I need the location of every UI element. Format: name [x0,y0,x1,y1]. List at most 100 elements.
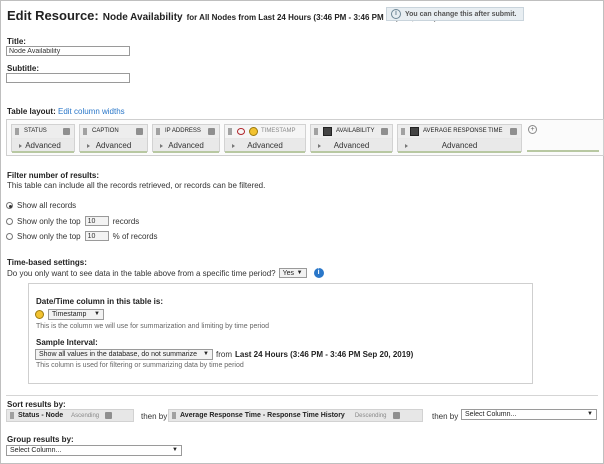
filter-option-top[interactable]: Show only the top records [6,216,139,226]
edit-column-widths-link[interactable]: Edit column widths [58,107,125,116]
trash-icon[interactable] [208,128,215,135]
trash-icon[interactable] [105,412,113,419]
sample-interval-label: Sample Interval: [36,338,98,347]
column-availability[interactable]: AVAILABILITY Advanced [310,124,393,153]
column-average-response-time-name: AVERAGE RESPONSE TIME [423,128,503,134]
expand-arrow-icon [405,144,408,148]
group-column-select[interactable]: Select Column... ▼ [6,445,182,456]
eye-icon[interactable] [237,128,245,135]
drag-handle-icon[interactable] [156,128,160,135]
time-heading: Time-based settings: [7,258,87,267]
column-average-response-time-header: AVERAGE RESPONSE TIME [398,125,521,138]
datetime-column-help: This is the column we will use for summa… [36,323,270,330]
column-average-response-time-advanced[interactable]: Advanced [398,139,521,153]
column-timestamp[interactable]: TIMESTAMP Advanced [224,124,306,153]
sort-chip-2[interactable]: Average Response Time - Response Time Hi… [168,409,423,422]
drag-handle-icon[interactable] [314,128,318,135]
trash-icon[interactable] [381,128,388,135]
drag-handle-icon[interactable] [228,128,232,135]
expand-arrow-icon [160,144,163,148]
column-average-response-time[interactable]: AVERAGE RESPONSE TIME Advanced [397,124,522,153]
interval-from: from [216,350,232,359]
sort-divider [6,395,598,396]
time-question-row: Do you only want to see data in the tabl… [7,268,324,278]
drag-handle-icon[interactable] [10,412,14,419]
time-period-select[interactable]: Yes ▼ [278,268,307,278]
sample-interval-select[interactable]: Show all values in the database, do not … [35,349,213,360]
sort-order-1[interactable]: Ascending [71,413,99,419]
sort-chip-1[interactable]: Status - Node Ascending [6,409,134,422]
sort-column-select[interactable]: Select Column... ▼ [461,409,597,420]
info-icon[interactable]: i [313,268,324,278]
column-availability-name: AVAILABILITY [336,128,375,134]
column-timestamp-advanced[interactable]: Advanced [225,139,305,153]
edit-resource-label: Edit Resource: [7,8,99,23]
dropdown-arrow-icon: ▼ [172,447,178,453]
expand-arrow-icon [19,144,22,148]
drag-handle-icon[interactable] [172,412,176,419]
add-column-icon[interactable]: + [528,125,537,134]
drag-handle-icon[interactable] [15,128,19,135]
radio-top-percent[interactable] [6,232,13,240]
expand-arrow-icon [232,144,235,148]
dropdown-arrow-icon: ▼ [203,351,209,357]
datetime-column-select[interactable]: Timestamp ▼ [48,309,104,320]
sample-interval-row: Show all values in the database, do not … [35,349,413,360]
sample-interval-help: This column is used for filtering or sum… [36,362,244,369]
info-text: You can change this after submit. [405,10,517,18]
time-settings-panel: Date/Time column in this table is: Times… [28,283,533,384]
change-after-submit-note: i You can change this after submit. [386,7,524,21]
table-layout-box: STATUS Advanced CAPTION Advanced IP ADDR… [6,119,604,156]
trash-icon[interactable] [392,412,400,419]
sort-order-2[interactable]: Descending [355,413,387,419]
clock-icon [249,127,258,136]
drag-handle-icon[interactable] [401,128,405,135]
radio-top-records[interactable] [6,217,13,225]
then-by-label-1: then by [141,412,168,421]
column-timestamp-name: TIMESTAMP [261,128,296,134]
dropdown-arrow-icon: ▼ [296,269,303,276]
column-status[interactable]: STATUS Advanced [11,124,75,153]
group-label: Group results by: [7,435,74,444]
column-ip-address-name: IP ADDRESS [165,128,201,134]
title-input[interactable] [6,46,130,56]
drag-handle-icon[interactable] [83,128,87,135]
top-records-input[interactable] [84,216,109,226]
table-layout-label: Table layout: [7,107,56,116]
column-availability-header: AVAILABILITY [311,125,392,138]
filter-heading: Filter number of results: [7,171,100,180]
subtitle-label: Subtitle: [7,64,39,73]
trash-icon[interactable] [63,128,70,135]
filter-description: This table can include all the records r… [7,181,266,190]
dropdown-arrow-icon: ▼ [587,411,593,417]
table-column-icon [323,127,332,136]
expand-arrow-icon [318,144,321,148]
sort-field-2: Average Response Time - Response Time Hi… [180,412,345,419]
sort-label: Sort results by: [7,400,66,409]
column-availability-advanced[interactable]: Advanced [311,139,392,153]
top-percent-input[interactable] [84,231,109,241]
column-status-advanced[interactable]: Advanced [12,139,74,153]
sort-field-1: Status - Node [18,412,64,419]
column-caption-advanced[interactable]: Advanced [80,139,147,153]
info-icon: i [391,9,401,19]
filter-option-percent[interactable]: Show only the top % of records [6,231,158,241]
radio-all-records[interactable] [6,202,13,209]
column-ip-address[interactable]: IP ADDRESS Advanced [152,124,220,153]
table-column-icon [410,127,419,136]
dropdown-arrow-icon: ▼ [94,311,100,317]
datetime-column-label: Date/Time column in this table is: [36,297,163,306]
then-by-label-2: then by [432,412,459,421]
column-ip-address-advanced[interactable]: Advanced [153,139,219,153]
resource-name: Node Availability [102,12,183,23]
subtitle-input[interactable] [6,73,130,83]
title-label: Title: [7,37,26,46]
trash-icon[interactable] [510,128,517,135]
filter-option-all[interactable]: Show all records [6,201,76,210]
column-caption[interactable]: CAPTION Advanced [79,124,148,153]
column-caption-name: CAPTION [92,128,119,134]
trash-icon[interactable] [136,128,143,135]
column-timestamp-header: TIMESTAMP [225,125,305,138]
page-header: Edit Resource: Node Availability for All… [7,8,437,23]
clock-icon [35,310,44,319]
